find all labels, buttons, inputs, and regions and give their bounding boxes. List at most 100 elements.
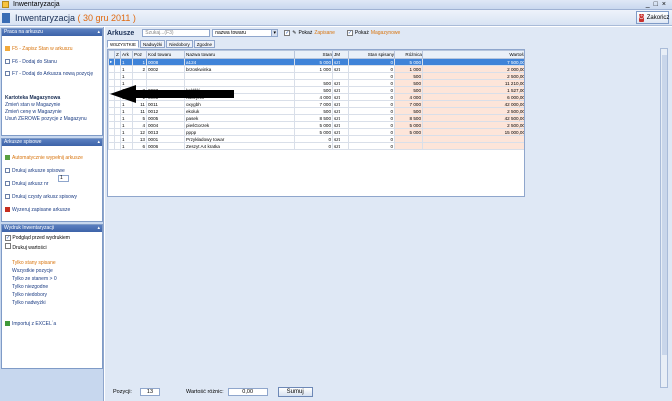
table-cell[interactable]: pasek bbox=[184, 114, 295, 122]
table-cell[interactable]: 0 bbox=[348, 135, 395, 143]
table-cell[interactable]: 0 bbox=[348, 86, 395, 94]
table-cell[interactable]: 2 000,00 bbox=[422, 65, 524, 73]
print-sheet-nr-item[interactable]: Drukuj arkusz nr bbox=[5, 181, 48, 187]
table-row[interactable]: 1 13 0001 Przykładowy towar 0 szt 0 bbox=[108, 135, 524, 143]
collapse-icon[interactable]: ▴ bbox=[97, 139, 100, 146]
show-saved-checkbox[interactable]: ✓ bbox=[284, 30, 291, 36]
table-cell[interactable]: 0 bbox=[348, 128, 395, 136]
table-cell[interactable]: 1 bbox=[120, 135, 133, 143]
table-cell[interactable]: 7 500,00 bbox=[422, 58, 524, 66]
table-cell[interactable]: 1 000 bbox=[394, 65, 423, 73]
table-cell[interactable]: szt bbox=[332, 58, 349, 66]
print-blank-sheet-item[interactable]: Drukuj czysty arkusz spisowy bbox=[5, 194, 77, 200]
table-cell[interactable]: 6 000,00 bbox=[422, 93, 524, 101]
table-cell[interactable]: 5 000 bbox=[394, 58, 423, 66]
table-cell[interactable]: 500 bbox=[394, 79, 423, 87]
table-cell[interactable]: 500 bbox=[394, 86, 423, 94]
col-header[interactable]: Ark bbox=[120, 50, 133, 59]
table-cell[interactable]: 5 000 bbox=[394, 128, 423, 136]
import-excel-item[interactable]: Importuj z EXCEL`a bbox=[5, 321, 56, 327]
filter-all[interactable]: Wszystkie pozycje bbox=[5, 268, 53, 274]
table-cell[interactable]: 0002 bbox=[146, 65, 185, 73]
table-cell[interactable]: 0 bbox=[348, 79, 395, 87]
tab-all[interactable]: WSZYSTKIE bbox=[107, 40, 140, 48]
show-warehouse-option[interactable]: ✓ Pokaż Magazynowe bbox=[346, 30, 400, 36]
table-cell[interactable]: 7 000 bbox=[394, 100, 423, 108]
table-cell[interactable]: 7 000 bbox=[294, 100, 333, 108]
table-row[interactable]: 1 12 0013 pppp 5 000 szt 0 5 000 15 000,00 bbox=[108, 128, 524, 136]
print-sheets-item[interactable]: Drukuj arkusze spisowe bbox=[5, 168, 65, 174]
table-cell[interactable]: 0013 bbox=[146, 128, 185, 136]
change-price-link[interactable]: Zmień cenę w Magazynie bbox=[5, 109, 62, 115]
print-values-checkbox[interactable] bbox=[5, 243, 11, 249]
table-cell[interactable]: 8 500 bbox=[294, 114, 333, 122]
table-cell[interactable]: 11 bbox=[132, 107, 147, 115]
table-cell[interactable]: 0 bbox=[348, 121, 395, 129]
table-cell[interactable]: brzoskwinka bbox=[184, 65, 295, 73]
table-cell[interactable]: 500 bbox=[394, 107, 423, 115]
table-cell[interactable]: Zeszyt A4 kratka bbox=[184, 142, 295, 150]
table-cell[interactable]: 1 bbox=[120, 65, 133, 73]
table-cell[interactable]: 4 000 bbox=[294, 93, 333, 101]
minimize-icon[interactable]: _ bbox=[646, 1, 650, 8]
table-cell[interactable]: szt bbox=[332, 79, 349, 87]
filter-counted[interactable]: Tylko stany spisane bbox=[5, 260, 56, 266]
change-stock-link[interactable]: Zmień stan w Magazynie bbox=[5, 102, 60, 108]
table-cell[interactable]: 0 bbox=[348, 142, 395, 150]
vertical-scrollbar[interactable] bbox=[660, 48, 668, 388]
table-cell[interactable]: 5 bbox=[132, 114, 147, 122]
table-cell[interactable] bbox=[332, 72, 349, 80]
table-cell[interactable]: 0008 bbox=[146, 58, 185, 66]
table-cell[interactable]: 8 500 bbox=[394, 114, 423, 122]
table-cell[interactable] bbox=[132, 72, 147, 80]
table-cell[interactable]: Przykładowy towar bbox=[184, 135, 295, 143]
table-cell[interactable]: pppp bbox=[184, 128, 295, 136]
table-cell[interactable] bbox=[422, 135, 524, 143]
table-row[interactable]: ▸ 1 1 0008 a124 5 000 szt 0 5 000 7 500,00 bbox=[108, 58, 524, 66]
table-cell[interactable]: 0012 bbox=[146, 107, 185, 115]
table-cell[interactable]: 13 bbox=[132, 135, 147, 143]
close-window-icon[interactable]: × bbox=[662, 1, 666, 8]
close-app-button[interactable]: ⏻ Zakończ bbox=[636, 11, 669, 24]
table-cell[interactable]: 500 bbox=[294, 86, 333, 94]
table-cell[interactable] bbox=[294, 72, 333, 80]
table-cell[interactable]: 2 500,00 bbox=[422, 107, 524, 115]
table-cell[interactable]: ekoluk bbox=[184, 107, 295, 115]
maximize-icon[interactable]: □ bbox=[654, 1, 658, 8]
table-row[interactable]: 1 2 0002 brzoskwinka 1 000 szt 0 1 000 2 000,00 bbox=[108, 65, 524, 73]
table-cell[interactable]: 4 bbox=[132, 121, 147, 129]
filter-mismatched[interactable]: Tylko niezgodne bbox=[5, 284, 48, 290]
table-cell[interactable]: 12 bbox=[132, 128, 147, 136]
filter-stock-positive[interactable]: Tylko ze stanem > 0 bbox=[5, 276, 57, 282]
show-warehouse-checkbox[interactable]: ✓ bbox=[346, 30, 353, 36]
table-cell[interactable]: szt bbox=[332, 65, 349, 73]
autofill-sheets-item[interactable]: Automatycznie wypełnij arkusze bbox=[5, 155, 83, 161]
table-cell[interactable]: 5 000 bbox=[394, 121, 423, 129]
table-cell[interactable]: 4 000 bbox=[394, 93, 423, 101]
col-header[interactable]: Różnica bbox=[394, 50, 423, 59]
preview-checkbox[interactable]: ✓ bbox=[5, 235, 11, 241]
col-header[interactable]: Wartość bbox=[422, 50, 524, 59]
col-header[interactable]: Poz bbox=[132, 50, 147, 59]
remove-zero-link[interactable]: Usuń ZEROWE pozycje z Magazynu bbox=[5, 116, 101, 122]
table-cell[interactable] bbox=[422, 142, 524, 150]
sheet-number-spinner[interactable]: 1 bbox=[58, 175, 69, 182]
table-cell[interactable]: szt bbox=[332, 142, 349, 150]
table-cell[interactable]: 1 bbox=[120, 58, 133, 66]
table-cell[interactable]: 2 500,00 bbox=[422, 72, 524, 80]
table-cell[interactable]: 5 000 bbox=[294, 121, 333, 129]
table-cell[interactable]: 500 bbox=[294, 79, 333, 87]
table-cell[interactable]: 0 bbox=[294, 142, 333, 150]
collapse-icon[interactable]: ▴ bbox=[97, 225, 100, 232]
table-cell[interactable]: 0001 bbox=[146, 135, 185, 143]
table-cell[interactable]: szt bbox=[332, 135, 349, 143]
table-cell[interactable]: szt bbox=[332, 121, 349, 129]
table-cell[interactable]: 500 bbox=[394, 72, 423, 80]
collapse-icon[interactable]: ▴ bbox=[97, 29, 100, 36]
table-cell[interactable]: a124 bbox=[184, 58, 295, 66]
table-cell[interactable] bbox=[394, 135, 423, 143]
table-cell[interactable]: 1 bbox=[120, 142, 133, 150]
table-cell[interactable]: szt bbox=[332, 93, 349, 101]
table-cell[interactable]: 1 bbox=[132, 58, 147, 66]
table-cell[interactable]: 0 bbox=[348, 58, 395, 66]
